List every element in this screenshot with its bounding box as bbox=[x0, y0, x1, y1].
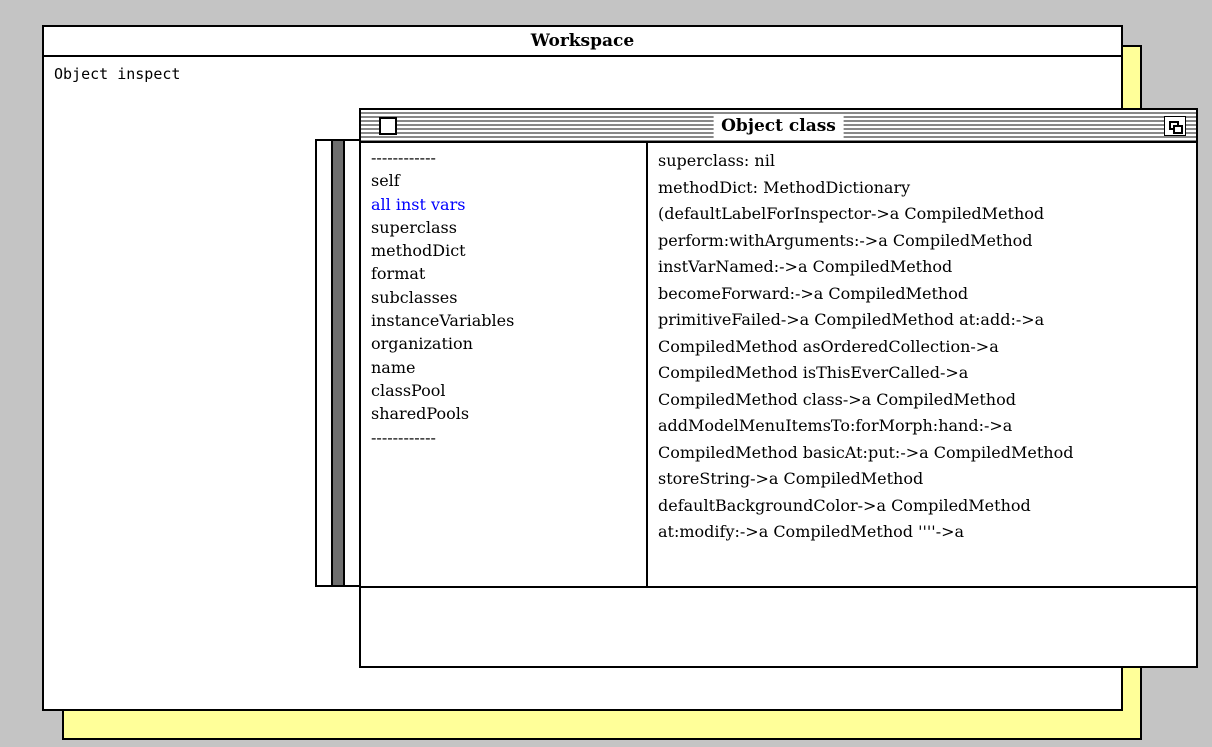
value-line: CompiledMethod asOrderedCollection->a bbox=[658, 336, 999, 356]
value-line: defaultBackgroundColor->a CompiledMethod bbox=[658, 495, 1031, 515]
value-line: CompiledMethod basicAt:put:->a CompiledM… bbox=[658, 442, 1074, 462]
field-item[interactable]: classPool bbox=[371, 379, 641, 402]
field-item[interactable]: sharedPools bbox=[371, 402, 641, 425]
collapse-window-icon[interactable] bbox=[1164, 116, 1186, 136]
inspector-titlebar[interactable]: Object class bbox=[361, 110, 1196, 143]
field-item[interactable]: all inst vars bbox=[371, 193, 641, 216]
value-line: methodDict: MethodDictionary bbox=[658, 177, 911, 197]
field-item[interactable]: instanceVariables bbox=[371, 309, 641, 332]
value-line: addModelMenuItemsTo:forMorph:hand:->a bbox=[658, 416, 1013, 435]
workspace-titlebar[interactable]: Workspace bbox=[44, 27, 1121, 57]
close-box-icon[interactable] bbox=[379, 117, 397, 135]
inspector-title: Object class bbox=[713, 114, 844, 138]
value-line: storeString->a CompiledMethod bbox=[658, 469, 924, 488]
value-line: superclass: nil bbox=[658, 151, 775, 170]
field-item[interactable]: format bbox=[371, 262, 641, 285]
value-line: perform:withArguments:->a CompiledMethod bbox=[658, 230, 1033, 250]
value-line: at:modify:->a CompiledMethod ''''->a bbox=[658, 522, 965, 541]
value-line: CompiledMethod isThisEverCalled->a bbox=[658, 363, 969, 382]
value-line: instVarNamed:->a CompiledMethod bbox=[658, 257, 953, 276]
value-line: primitiveFailed->a CompiledMethod at:add… bbox=[658, 310, 1045, 329]
field-separator: ------------ bbox=[371, 148, 436, 167]
field-item[interactable]: subclasses bbox=[371, 286, 641, 309]
workspace-text-area[interactable]: Object inspect bbox=[54, 65, 180, 83]
collapse-box-front bbox=[1173, 125, 1183, 134]
value-line: CompiledMethod class->a CompiledMethod bbox=[658, 389, 1016, 409]
field-item[interactable]: organization bbox=[371, 332, 641, 355]
workspace-title: Workspace bbox=[530, 31, 635, 51]
inspector-value-pane[interactable]: superclass: nil methodDict: MethodDiction… bbox=[658, 148, 1196, 590]
field-list-scrollbar[interactable] bbox=[331, 141, 345, 585]
field-separator: ------------ bbox=[371, 427, 436, 447]
value-line: (defaultLabelForInspector->a CompiledMet… bbox=[658, 204, 1045, 223]
field-list-scroll-pane[interactable] bbox=[315, 139, 363, 587]
field-item[interactable]: methodDict bbox=[371, 239, 641, 262]
value-line: becomeForward:->a CompiledMethod bbox=[658, 283, 969, 303]
inspector-window[interactable]: Object class ------------ self all inst va… bbox=[359, 108, 1198, 668]
field-item[interactable]: name bbox=[371, 356, 641, 379]
inspector-evaluator-pane[interactable] bbox=[361, 588, 1196, 666]
inspector-field-list[interactable]: ------------ self all inst vars superclass m… bbox=[371, 146, 641, 588]
field-item[interactable]: self bbox=[371, 169, 641, 192]
pane-divider bbox=[646, 143, 648, 588]
field-item[interactable]: superclass bbox=[371, 216, 641, 239]
